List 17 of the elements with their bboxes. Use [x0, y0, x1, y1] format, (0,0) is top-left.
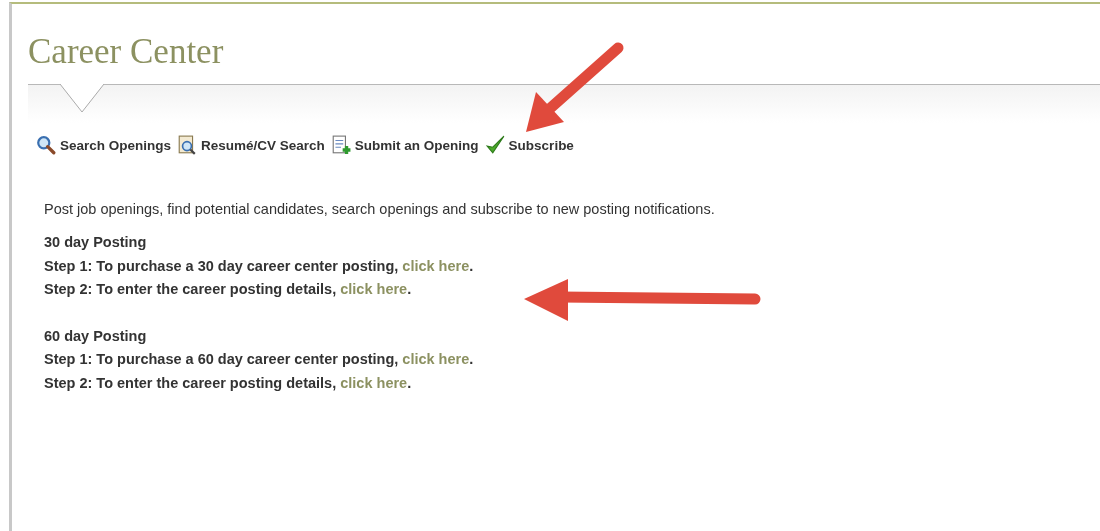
checkmark-icon [484, 135, 505, 155]
toolbar-link[interactable]: Subscribe [484, 135, 574, 155]
search-icon [36, 135, 56, 155]
page-title: Career Center [28, 31, 225, 73]
step-text: Step 2: To enter the career posting details, click here. [44, 280, 413, 299]
step-text: Step 1: To purchase a 30 day career center posting, click here. [44, 256, 475, 276]
toolbar-link[interactable]: Resumé/CV Search [177, 135, 325, 155]
document-add-icon [330, 135, 351, 155]
intro-text: Post job openings, find potential candidates, search openings and subscribe to new posting notifications. [44, 201, 716, 217]
toolbar-link[interactable]: Submit an Opening [330, 135, 479, 155]
section-heading: 60 day Posting [44, 326, 148, 346]
step-text: Step 1: To purchase a 60 day career center posting, click here. [44, 350, 475, 369]
notch-icon [60, 84, 104, 114]
document-magnifier-icon [177, 135, 198, 155]
section-heading: 30 day Posting [44, 233, 148, 252]
step-text: Step 2: To enter the career posting details, click here. [44, 373, 413, 393]
toolbar-link[interactable]: Search Openings [36, 135, 172, 155]
